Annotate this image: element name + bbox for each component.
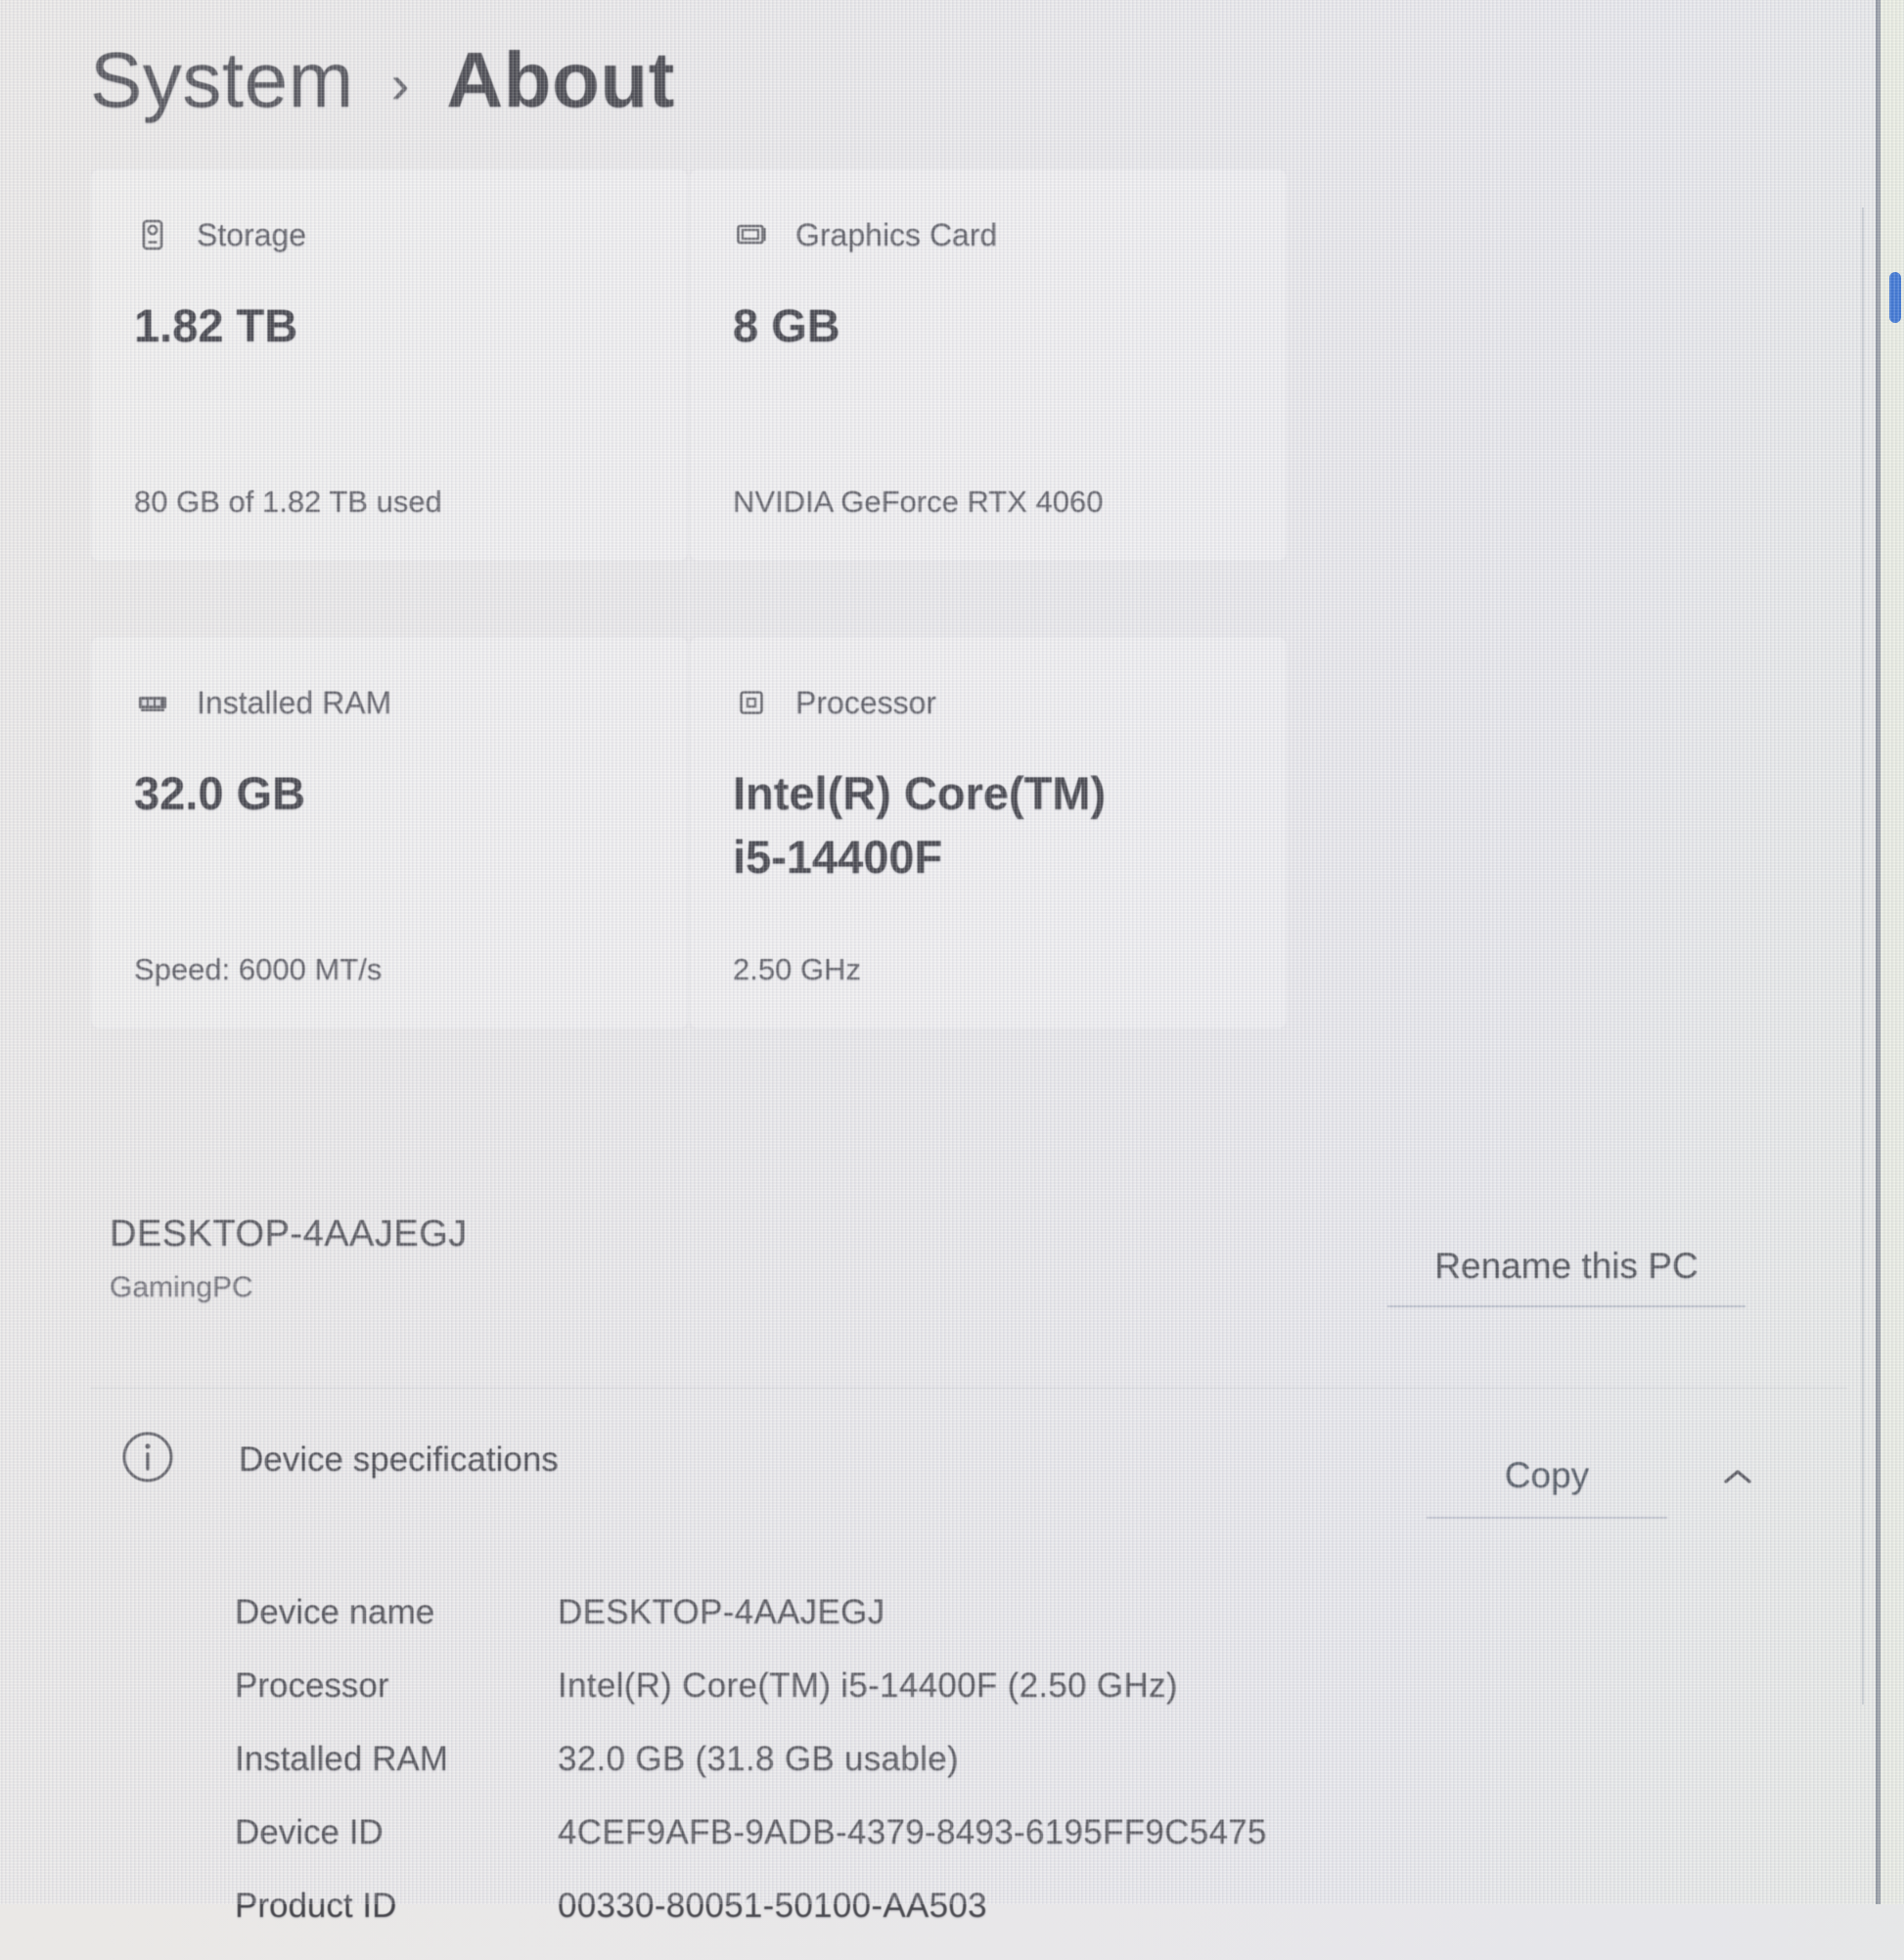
spec-row-value: 32.0 GB (31.8 GB usable) xyxy=(558,1740,959,1779)
panel-border-line xyxy=(1876,0,1881,1904)
spec-row-value: 00330-80051-50100-AA503 xyxy=(558,1887,987,1926)
graphics-card-label: Graphics Card xyxy=(795,217,997,253)
graphics-card-card: Graphics Card 8 GB NVIDIA GeForce RTX 40… xyxy=(689,168,1288,562)
installed-ram-card: Installed RAM 32.0 GB Speed: 6000 MT/s xyxy=(90,636,689,1029)
table-row: Installed RAM 32.0 GB (31.8 GB usable) xyxy=(235,1740,1761,1813)
graphics-card-value: 8 GB xyxy=(733,295,1154,358)
device-specifications-table: Device name DESKTOP-4AAJEGJ Processor In… xyxy=(235,1593,1761,1960)
storage-card-label: Storage xyxy=(197,217,306,253)
installed-ram-card-label: Installed RAM xyxy=(197,685,391,721)
content-edge-line xyxy=(1862,207,1864,1705)
section-divider xyxy=(90,1388,1847,1389)
spec-row-label: Product ID xyxy=(235,1887,558,1926)
storage-icon xyxy=(134,216,171,253)
spec-row-label: Device name xyxy=(235,1593,558,1632)
graphics-card-detail: NVIDIA GeForce RTX 4060 xyxy=(733,484,1244,520)
spec-row-value: DESKTOP-4AAJEGJ xyxy=(558,1593,885,1632)
device-specifications-title: Device specifications xyxy=(239,1440,559,1480)
spec-row-label: Installed RAM xyxy=(235,1740,558,1779)
table-row: Device name DESKTOP-4AAJEGJ xyxy=(235,1593,1761,1666)
page-title: About xyxy=(446,35,675,125)
storage-card: Storage 1.82 TB 80 GB of 1.82 TB used xyxy=(90,168,689,562)
processor-card-detail: 2.50 GHz xyxy=(733,952,1244,987)
copy-button[interactable]: Copy xyxy=(1427,1435,1667,1519)
device-group: GamingPC xyxy=(110,1271,468,1304)
table-row: Device ID 4CEF9AFB-9ADB-4379-8493-6195FF… xyxy=(235,1813,1761,1887)
breadcrumb-system[interactable]: System xyxy=(90,35,354,125)
device-name: DESKTOP-4AAJEGJ xyxy=(110,1213,468,1255)
processor-card-value: Intel(R) Core(TM) i5-14400F xyxy=(733,762,1154,889)
ram-icon xyxy=(134,684,171,721)
spec-row-value: Intel(R) Core(TM) i5-14400F (2.50 GHz) xyxy=(558,1666,1178,1706)
spec-row-label: Processor xyxy=(235,1666,558,1706)
collapse-expander-button[interactable] xyxy=(1700,1444,1775,1509)
processor-card-label: Processor xyxy=(795,685,936,721)
table-row: Product ID 00330-80051-50100-AA503 xyxy=(235,1887,1761,1960)
storage-card-detail: 80 GB of 1.82 TB used xyxy=(134,484,645,520)
breadcrumb: System › About xyxy=(90,35,675,125)
scrollbar-thumb[interactable] xyxy=(1889,272,1901,323)
rename-pc-button[interactable]: Rename this PC xyxy=(1387,1227,1745,1307)
chevron-up-icon xyxy=(1721,1467,1754,1486)
installed-ram-card-detail: Speed: 6000 MT/s xyxy=(134,952,645,987)
chevron-right-icon: › xyxy=(391,52,410,115)
table-row: Processor Intel(R) Core(TM) i5-14400F (2… xyxy=(235,1666,1761,1740)
processor-icon xyxy=(733,684,770,721)
spec-row-value: 4CEF9AFB-9ADB-4379-8493-6195FF9C5475 xyxy=(558,1813,1267,1852)
spec-row-label: Device ID xyxy=(235,1813,558,1852)
installed-ram-card-value: 32.0 GB xyxy=(134,762,555,826)
settings-about-page: System › About Storage 1.82 TB 80 GB of … xyxy=(0,0,1904,1904)
graphics-card-icon xyxy=(733,216,770,253)
storage-card-value: 1.82 TB xyxy=(134,295,555,358)
processor-card: Processor Intel(R) Core(TM) i5-14400F 2.… xyxy=(689,636,1288,1029)
device-name-block: DESKTOP-4AAJEGJ GamingPC xyxy=(110,1213,468,1304)
info-icon xyxy=(119,1429,176,1485)
